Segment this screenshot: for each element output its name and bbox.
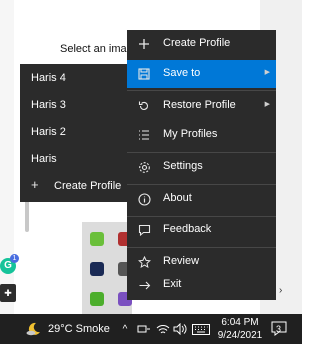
submenu-arrow-icon: ▶ [264,69,270,76]
grammarly-badge: 1 [10,254,19,263]
clock-time: 6:04 PM [221,317,259,328]
weather-text[interactable]: 29°C Smoke [48,314,112,344]
menu-item-label: My Profiles [163,128,218,140]
menu-item-feedback[interactable]: Feedback [127,216,276,244]
network-icon[interactable] [135,314,153,344]
star-icon [136,254,152,270]
weather-moon-icon[interactable] [24,314,44,344]
menu-item-label: Settings [163,160,203,172]
menu-item-label: About [163,192,192,204]
submenu-arrow-icon: ▶ [264,101,270,108]
submenu-item-profile[interactable]: Haris [20,145,128,172]
submenu-item-profile[interactable]: Haris 2 [20,118,128,145]
menu-item-label: Feedback [163,223,212,235]
list-icon [136,127,152,143]
clock-date: 9/24/2021 [217,330,263,341]
submenu-item-label: Haris 3 [31,99,66,111]
menu-item-label: Review [163,255,200,267]
chevron-right-icon[interactable]: › [279,285,282,296]
menu-item-about[interactable]: About [127,185,276,213]
taskbar-clock[interactable]: 6:04 PM 9/24/2021 [215,316,265,342]
wifi-icon[interactable] [155,314,171,344]
menu-item-label: Save to [163,67,201,79]
menu-item-settings[interactable]: Settings [127,153,276,181]
tray-overflow-popup [82,222,132,314]
menu-item-label: Restore Profile [163,99,236,111]
taskbar: 29°C Smoke ^ 6:04 PM 9/24/2021 3 [0,314,302,344]
chevron-up-icon[interactable]: ^ [118,314,132,344]
plus-icon: + [31,177,39,192]
gear-icon [136,159,152,175]
tray-app-icon[interactable] [90,262,104,276]
feedback-icon [136,222,152,238]
menu-item-label: Create Profile [163,37,231,49]
submenu-item-label: Haris [31,153,57,165]
submenu-item-profile[interactable]: Haris 4 [20,64,128,91]
save-icon [136,66,152,82]
save-to-submenu: Haris 4 Haris 3 Haris 2 Haris + Create P… [20,64,128,202]
keyboard-icon[interactable] [191,314,211,344]
plus-icon [136,36,152,52]
menu-item-save-to[interactable]: Save to ▶ [127,60,276,88]
tray-app-icon[interactable] [90,232,104,246]
notification-center-icon[interactable]: 3 [268,314,290,344]
menu-item-exit[interactable]: Exit [127,271,276,299]
info-icon [136,191,152,207]
exit-arrow-icon [136,277,152,293]
menu-item-my-profiles[interactable]: My Profiles [127,121,276,149]
submenu-item-label: Haris 4 [31,72,66,84]
menu-separator [127,90,276,91]
restore-icon [136,98,152,114]
submenu-create-label: Create Profile [54,180,122,192]
submenu-item-label: Haris 2 [31,126,66,138]
submenu-create-profile[interactable]: + Create Profile [20,172,128,199]
menu-item-create-profile[interactable]: Create Profile [127,30,276,58]
volume-icon[interactable] [172,314,188,344]
context-menu: Create Profile Save to ▶ Restore Profile… [127,30,276,300]
tray-app-icon[interactable] [90,292,104,306]
submenu-item-profile[interactable]: Haris 3 [20,91,128,118]
side-tool-icon[interactable]: ✚ [0,284,16,302]
menu-item-label: Exit [163,278,182,290]
menu-item-restore-profile[interactable]: Restore Profile ▶ [127,92,276,120]
notification-count-badge: 3 [276,324,282,334]
